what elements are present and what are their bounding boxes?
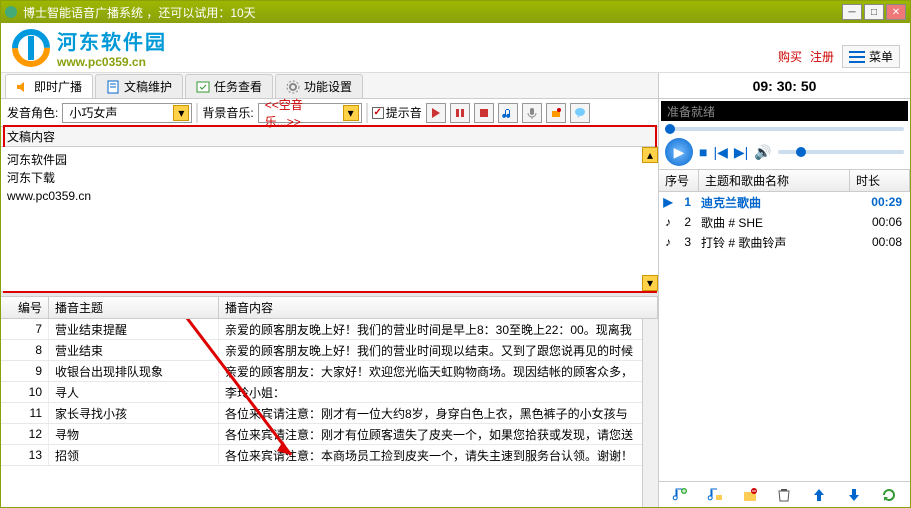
broadcast-table: 编号 播音主题 播音内容 7营业结束提醒亲爱的顾客朋友晚上好！我们的营业时间是早… <box>1 297 658 507</box>
app-window: 博士智能语音广播系统 ，还可以试用：10天 ─ □ ✕ 河东软件园 www.pc… <box>0 0 911 508</box>
maximize-button[interactable]: □ <box>864 4 884 20</box>
col-content[interactable]: 播音内容 <box>219 297 658 318</box>
tab-task-view[interactable]: 任务查看 <box>185 74 273 98</box>
voice-role-label: 发音角色: <box>7 104 58 121</box>
player: 准备就绪 ▶ ■ |◀ ▶| 🔊 <box>659 99 910 170</box>
chat-button[interactable] <box>570 103 590 123</box>
logo-mark-icon <box>11 28 51 68</box>
table-row[interactable]: 13招领各位来宾请注意：本商场员工捡到皮夹一个，请失主速到服务台认领。谢谢！ <box>1 445 658 466</box>
register-link[interactable]: 注册 <box>810 48 834 65</box>
move-up-button[interactable] <box>809 485 829 505</box>
progress-slider[interactable] <box>665 127 904 131</box>
tab-script-maintain[interactable]: 文稿维护 <box>95 74 183 98</box>
scroll-up-button[interactable]: ▴ <box>642 147 658 163</box>
table-row[interactable]: 12寻物各位来宾请注意：刚才有位顾客遗失了皮夹一个，如果您拾获或发现，请您送 <box>1 424 658 445</box>
playlist-toolbar <box>659 481 910 507</box>
close-button[interactable]: ✕ <box>886 4 906 20</box>
bgm-label: 背景音乐: <box>202 104 253 121</box>
playlist-row[interactable]: ♪3打铃 # 歌曲铃声00:08 <box>659 232 910 252</box>
notify-button[interactable] <box>546 103 566 123</box>
player-stop-button[interactable]: ■ <box>699 144 707 160</box>
stop-button[interactable] <box>474 103 494 123</box>
clock: 09: 30: 50 <box>659 73 910 99</box>
scroll-down-button[interactable]: ▾ <box>642 275 658 291</box>
table-row[interactable]: 11家长寻找小孩各位来宾请注意：刚才有一位大约8岁，身穿白色上衣，黑色裤子的小女… <box>1 403 658 424</box>
content-textarea[interactable]: 河东软件园 河东下载 www.pc0359.cn ▴ ▾ <box>1 147 658 291</box>
player-play-button[interactable]: ▶ <box>665 138 693 166</box>
move-down-button[interactable] <box>844 485 864 505</box>
titlebar[interactable]: 博士智能语音广播系统 ，还可以试用：10天 ─ □ ✕ <box>1 1 910 23</box>
playlist-body[interactable]: ▶1迪克兰歌曲00:29♪2歌曲 # SHE00:06♪3打铃 # 歌曲铃声00… <box>659 192 910 481</box>
playing-icon: ▶ <box>661 195 675 209</box>
tab-settings[interactable]: 功能设置 <box>275 74 363 98</box>
playlist-row[interactable]: ▶1迪克兰歌曲00:29 <box>659 192 910 212</box>
volume-icon[interactable]: 🔊 <box>754 144 771 161</box>
col-name[interactable]: 主题和歌曲名称 <box>699 170 850 191</box>
track-icon: ♪ <box>661 235 675 249</box>
speaker-icon <box>16 80 30 94</box>
content-header: 文稿内容 <box>1 127 658 147</box>
minimize-button[interactable]: ─ <box>842 4 862 20</box>
voice-role-select[interactable]: 小巧女声 ▾ <box>62 103 192 123</box>
playlist-header: 序号 主题和歌曲名称 时长 <box>659 170 910 192</box>
player-next-button[interactable]: ▶| <box>734 144 748 161</box>
col-num[interactable]: 编号 <box>1 297 49 318</box>
music-note-button[interactable] <box>498 103 518 123</box>
track-icon: ♪ <box>661 215 675 229</box>
player-prev-button[interactable]: |◀ <box>713 144 727 161</box>
table-row[interactable]: 9收银台出现排队现象亲爱的顾客朋友：大家好！欢迎您光临天虹购物商场。现因结帐的顾… <box>1 361 658 382</box>
pencil-icon <box>849 51 865 63</box>
col-topic[interactable]: 播音主题 <box>49 297 219 318</box>
gear-icon <box>286 80 300 94</box>
table-row[interactable]: 10寻人李玲小姐： <box>1 382 658 403</box>
app-icon <box>5 6 17 18</box>
add-music-button[interactable] <box>670 485 690 505</box>
window-title: 博士智能语音广播系统 ，还可以试用：10天 <box>23 4 842 21</box>
task-icon <box>196 80 210 94</box>
left-panel: 即时广播 文稿维护 任务查看 功能设置 发音角色: 小巧女声 <box>1 73 659 507</box>
menu-button[interactable]: 菜单 <box>842 45 900 68</box>
remove-button[interactable] <box>740 485 760 505</box>
logo-bar: 河东软件园 www.pc0359.cn 购买 注册 菜单 <box>1 23 910 73</box>
logo-text-en: www.pc0359.cn <box>57 55 167 69</box>
playlist-row[interactable]: ♪2歌曲 # SHE00:06 <box>659 212 910 232</box>
tab-instant-broadcast[interactable]: 即时广播 <box>5 74 93 98</box>
table-row[interactable]: 8营业结束亲爱的顾客朋友晚上好！我们的营业时间现以结束。又到了跟您说再见的时候 <box>1 340 658 361</box>
chevron-down-icon: ▾ <box>343 105 359 121</box>
doc-icon <box>106 80 120 94</box>
mic-button[interactable] <box>522 103 542 123</box>
checkbox-checked-icon: ✓ <box>372 107 384 119</box>
logo-text-cn: 河东软件园 <box>57 26 167 55</box>
table-scrollbar[interactable] <box>642 319 658 507</box>
right-panel: 09: 30: 50 准备就绪 ▶ ■ |◀ ▶| 🔊 序号 主题和歌曲名称 <box>659 73 910 507</box>
toolbar: 发音角色: 小巧女声 ▾ 背景音乐: <<空音乐...>> ▾ ✓ 提示音 <box>1 99 658 127</box>
buy-link[interactable]: 购买 <box>778 48 802 65</box>
refresh-button[interactable] <box>879 485 899 505</box>
delete-button[interactable] <box>774 485 794 505</box>
pause-button[interactable] <box>450 103 470 123</box>
col-dur[interactable]: 时长 <box>850 170 910 191</box>
player-status: 准备就绪 <box>661 101 908 121</box>
volume-slider[interactable] <box>778 150 904 154</box>
play-button[interactable] <box>426 103 446 123</box>
logo: 河东软件园 www.pc0359.cn <box>11 26 167 69</box>
tip-sound-checkbox[interactable]: ✓ 提示音 <box>372 104 422 121</box>
col-seq[interactable]: 序号 <box>659 170 699 191</box>
bgm-select[interactable]: <<空音乐...>> ▾ <box>258 103 362 123</box>
add-folder-button[interactable] <box>705 485 725 505</box>
chevron-down-icon: ▾ <box>173 105 189 121</box>
table-row[interactable]: 7营业结束提醒亲爱的顾客朋友晚上好！我们的营业时间是早上8：30至晚上22：00… <box>1 319 658 340</box>
